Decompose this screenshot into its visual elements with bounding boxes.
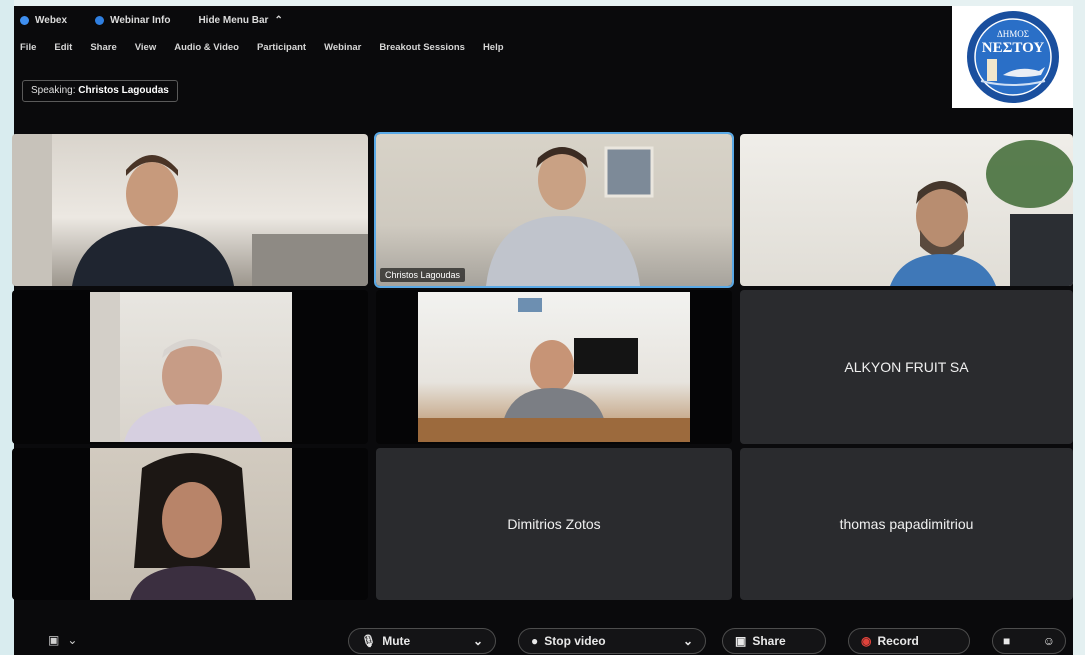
participant-name-label: Christos Lagoudas — [380, 268, 466, 282]
video-tile-5[interactable] — [376, 290, 732, 444]
captions-button[interactable]: ▣ ⌄ — [48, 633, 77, 647]
participant-name: thomas papadimitriou — [839, 516, 974, 532]
participant-tile-thomas[interactable]: thomas papadimitriou — [740, 448, 1073, 600]
participant-video — [90, 292, 262, 442]
stop-video-button[interactable]: ● Stop video ⌄ — [518, 628, 706, 654]
municipality-logo: ΔΗΜΟΣ ΝΕΣΤΟΥ — [952, 6, 1073, 108]
record-button[interactable]: ◉ Record — [848, 628, 970, 654]
participant-tile-alkyon[interactable]: ALKYON FRUIT SA — [740, 290, 1073, 444]
mute-button[interactable]: 🎙 Mute ⌄ — [348, 628, 496, 654]
chevron-down-icon[interactable]: ⌄ — [473, 634, 483, 648]
captions-icon: ▣ — [48, 633, 60, 647]
security-icon: ■ — [1003, 634, 1011, 648]
reactions-icon: ☺ — [1042, 634, 1055, 648]
chevron-down-icon: ⌄ — [67, 633, 78, 647]
webinar-info-button[interactable]: Webinar Info — [95, 15, 170, 26]
speaking-indicator: Speaking: Christos Lagoudas — [22, 80, 178, 102]
video-camera-icon: ● — [531, 634, 539, 648]
chevron-up-icon: ⌃ — [274, 14, 283, 26]
menu-help[interactable]: Help — [483, 42, 504, 60]
app-name: Webex — [35, 14, 68, 26]
logo-line1: ΔΗΜΟΣ — [996, 29, 1028, 39]
more-controls[interactable]: ■ ☺ — [992, 628, 1066, 654]
mute-label: Mute — [382, 634, 411, 648]
record-label: Record — [877, 634, 919, 648]
share-screen-icon: ▣ — [735, 634, 747, 648]
video-tile-4[interactable] — [12, 290, 368, 444]
video-tile-7[interactable] — [12, 448, 368, 600]
hide-menu-label: Hide Menu Bar — [198, 14, 269, 26]
webex-window: Webex Webinar Info Hide Menu Bar ⌃ File … — [12, 6, 1073, 655]
video-tile-3[interactable] — [740, 134, 1073, 286]
participant-video — [418, 298, 690, 442]
screen-frame-right — [1073, 0, 1085, 655]
participant-video — [130, 453, 256, 600]
webex-app-label[interactable]: Webex — [20, 15, 67, 26]
info-icon — [95, 15, 105, 25]
participant-name: Dimitrios Zotos — [507, 516, 601, 532]
speaking-name: Christos Lagoudas — [78, 85, 169, 96]
participant-name: ALKYON FRUIT SA — [844, 359, 969, 375]
menu-breakout-sessions[interactable]: Breakout Sessions — [379, 42, 465, 60]
video-tile-2-active-speaker[interactable]: Christos Lagoudas — [374, 132, 734, 288]
menu-webinar[interactable]: Webinar — [324, 42, 361, 60]
video-tile-1[interactable] — [12, 134, 368, 286]
menu-bar: File Edit Share View Audio & Video Parti… — [20, 42, 504, 60]
chevron-down-icon[interactable]: ⌄ — [683, 634, 693, 648]
stop-video-label: Stop video — [544, 634, 606, 648]
logo-line2: ΝΕΣΤΟΥ — [981, 40, 1044, 56]
participant-video — [12, 134, 368, 286]
speaking-prefix: Speaking: — [31, 85, 76, 96]
share-button[interactable]: ▣ Share — [722, 628, 826, 654]
title-bar: Webex Webinar Info Hide Menu Bar ⌃ — [20, 10, 283, 30]
microphone-icon: 🎙 — [361, 634, 377, 648]
nestos-seal-icon: ΔΗΜΟΣ ΝΕΣΤΟΥ — [966, 11, 1059, 103]
participant-video — [486, 146, 654, 286]
webex-logo-icon — [20, 15, 29, 25]
menu-edit[interactable]: Edit — [54, 42, 72, 60]
participant-video — [890, 140, 1073, 286]
menu-participant[interactable]: Participant — [257, 42, 306, 60]
menu-file[interactable]: File — [20, 42, 36, 60]
menu-share[interactable]: Share — [90, 42, 116, 60]
participant-tile-dimitrios[interactable]: Dimitrios Zotos — [376, 448, 732, 600]
menu-view[interactable]: View — [135, 42, 156, 60]
meeting-toolbar: ▣ ⌄ 🎙 Mute ⌄ ● Stop video ⌄ ▣ Share ◉ Re… — [14, 624, 1073, 655]
menu-audio-video[interactable]: Audio & Video — [174, 42, 239, 60]
record-icon: ◉ — [861, 634, 872, 648]
hide-menu-bar-button[interactable]: Hide Menu Bar ⌃ — [198, 15, 282, 26]
share-label: Share — [752, 634, 786, 648]
webinar-info-label: Webinar Info — [110, 14, 171, 26]
